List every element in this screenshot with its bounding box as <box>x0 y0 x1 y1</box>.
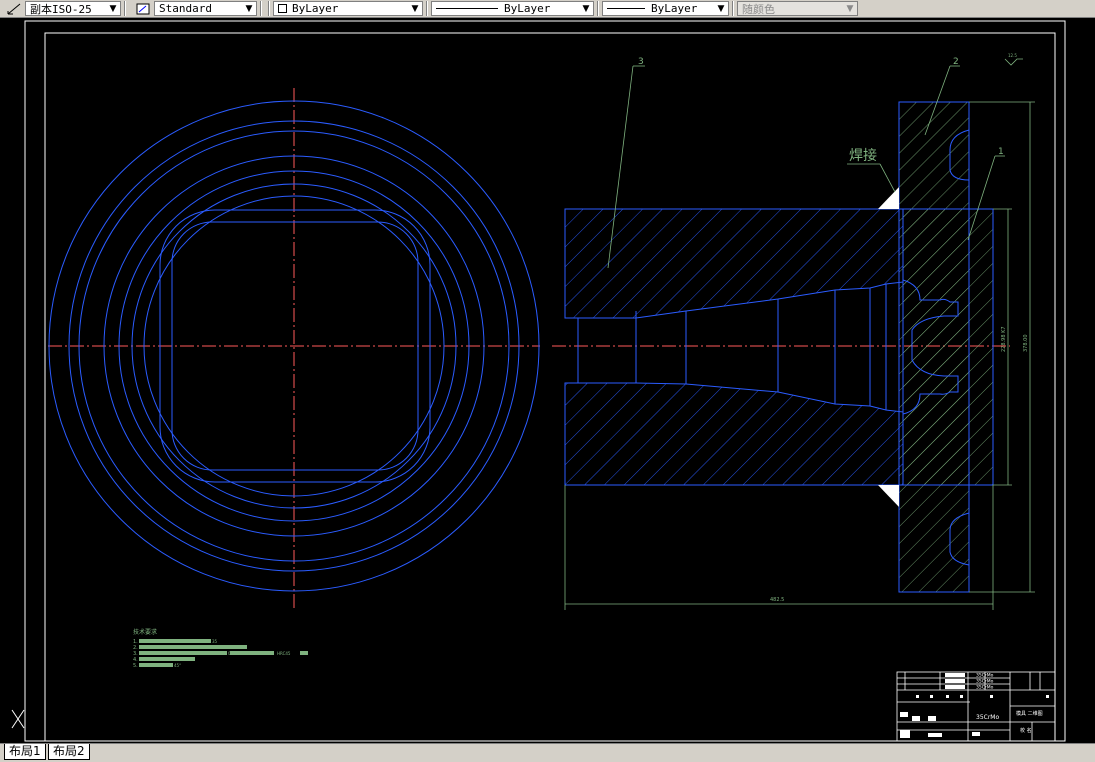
textstyle-value: Standard <box>159 2 212 15</box>
color-swatch-icon <box>278 4 287 13</box>
plotstyle-dropdown: 随颜色 ▼ <box>737 1 858 16</box>
note-5-text: 45° <box>174 663 181 668</box>
technical-notes: 技术要求 1. 2. 3. 4. 5. 35 0.8~1.2mm HRC45 4… <box>133 628 308 669</box>
note-1-text: 35 <box>212 639 218 644</box>
toolbar-separator <box>732 1 734 16</box>
titleblock-material: 35CrMo <box>976 714 999 721</box>
chevron-down-icon[interactable]: ▼ <box>579 2 593 15</box>
balloon-2: 2 <box>953 57 959 67</box>
titleblock-row-2: 35CrMo <box>976 679 994 685</box>
linetype-value: ByLayer <box>504 2 551 15</box>
toolbar-separator <box>426 1 428 16</box>
tab-layout2[interactable]: 布局2 <box>48 744 90 760</box>
note-3b-text: HRC45 <box>277 651 291 656</box>
properties-toolbar: 副本ISO-25 ▼ Standard ▼ ByLayer ▼ ByLayer … <box>0 0 1095 18</box>
note-3-text: 0.8~1.2mm <box>228 651 252 656</box>
dim-outer: 378.00 <box>1023 335 1029 353</box>
balloon-3: 3 <box>638 57 644 67</box>
titleblock-name: 模具 二维图 <box>1016 710 1043 717</box>
note-5: 5. <box>133 663 138 669</box>
dimstyle-dropdown[interactable]: 副本ISO-25 ▼ <box>25 1 121 16</box>
titleblock-row-1: 35CrMo <box>976 673 994 679</box>
lineweight-dropdown[interactable]: ByLayer ▼ <box>602 1 729 16</box>
tab-label: 布局2 <box>53 744 85 758</box>
drawing-canvas[interactable]: 3 2 1 焊接 482.5 378.00 228.98 K7 12.5 技术要… <box>0 18 1095 743</box>
lineweight-value: ByLayer <box>651 2 698 15</box>
weld-label: 焊接 <box>849 147 877 164</box>
section-view <box>564 101 994 593</box>
toolbar-separator <box>268 1 270 16</box>
text-style-icon[interactable] <box>135 2 151 16</box>
chevron-down-icon[interactable]: ▼ <box>408 2 422 15</box>
cad-drawing: 3 2 1 焊接 482.5 378.00 228.98 K7 12.5 技术要… <box>11 20 1066 742</box>
textstyle-dropdown[interactable]: Standard ▼ <box>154 1 257 16</box>
layer-value: ByLayer <box>292 2 339 15</box>
linetype-preview <box>436 8 498 9</box>
dim-length: 482.5 <box>770 597 784 603</box>
dim-inner: 228.98 K7 <box>1001 326 1007 352</box>
toolbar-separator <box>597 1 599 16</box>
chevron-down-icon[interactable]: ▼ <box>106 2 120 15</box>
chevron-down-icon[interactable]: ▼ <box>714 2 728 15</box>
lineweight-preview <box>607 8 645 9</box>
toolbar-separator <box>124 1 126 16</box>
roughness-symbol: 12.5 <box>1008 53 1017 58</box>
notes-title: 技术要求 <box>133 628 157 636</box>
balloon-1: 1 <box>998 147 1004 157</box>
tab-label: 布局1 <box>9 744 41 758</box>
ucs-icon <box>11 709 25 729</box>
chevron-down-icon: ▼ <box>846 3 854 14</box>
tab-layout1[interactable]: 布局1 <box>4 744 46 760</box>
layer-dropdown[interactable]: ByLayer ▼ <box>273 1 423 16</box>
dimstyle-value: 副本ISO-25 <box>30 2 92 16</box>
chevron-down-icon[interactable]: ▼ <box>242 2 256 15</box>
dimension-style-icon[interactable] <box>6 2 22 16</box>
toolbar-separator <box>260 1 262 16</box>
titleblock-row-3: 35CrMo <box>976 685 994 691</box>
plotstyle-value: 随颜色 <box>742 2 775 16</box>
titleblock-school: 校 名 <box>1020 727 1032 734</box>
linetype-dropdown[interactable]: ByLayer ▼ <box>431 1 594 16</box>
layout-tabbar: 布局1 布局2 <box>0 743 1095 762</box>
